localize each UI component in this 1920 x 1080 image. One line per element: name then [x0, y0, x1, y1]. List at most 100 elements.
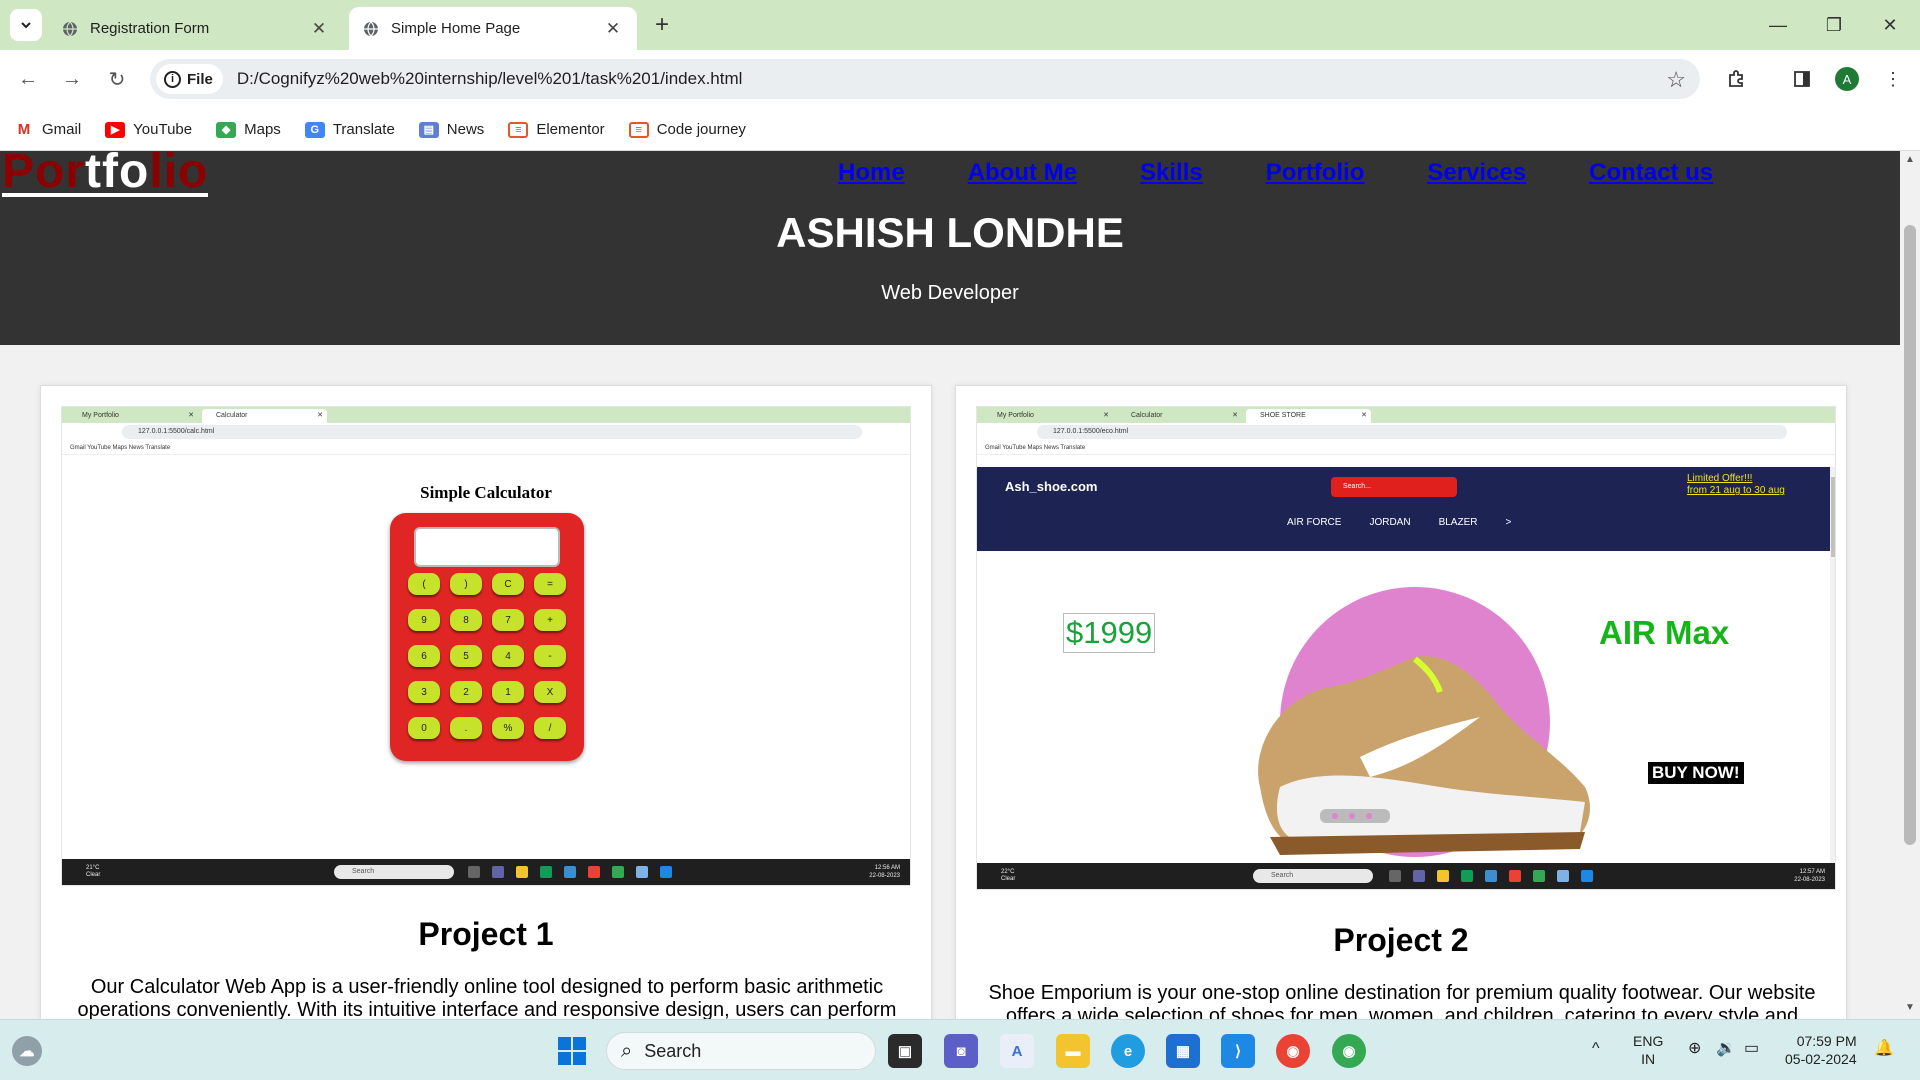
bookmark-maps[interactable]: ◆ Maps [216, 121, 281, 138]
calculator-key: 8 [450, 609, 482, 631]
bookmark-youtube[interactable]: ▶ YouTube [105, 121, 192, 138]
taskbar-search[interactable]: ⌕ Search [606, 1032, 876, 1070]
tab-simple-home-page[interactable]: Simple Home Page ✕ [349, 7, 637, 50]
info-icon: i [164, 70, 181, 88]
mini-tab: Calculator ✕ [1131, 412, 1238, 419]
project-2-description: Shoe Emporium is your one-stop online de… [988, 982, 1816, 1019]
tab-strip: Registration Form ✕ Simple Home Page ✕ +… [0, 0, 1920, 50]
edge-icon[interactable]: e [1111, 1034, 1145, 1068]
forward-button[interactable]: → [56, 63, 88, 95]
tab-registration-form[interactable]: Registration Form ✕ [48, 7, 343, 50]
tab-search-button[interactable] [10, 9, 42, 41]
calculator-body: () C = 9 8 7 +6 5 4- 3 2 1 X 0.% / [390, 513, 584, 761]
mini-tab: SHOE STORE ✕ [1246, 409, 1371, 423]
nav-contact-link[interactable]: Contact us [1589, 159, 1713, 187]
language-indicator[interactable]: ENG IN [1633, 1032, 1663, 1068]
start-button[interactable] [555, 1034, 589, 1068]
nav-services-link[interactable]: Services [1427, 159, 1526, 187]
calculator-key: . [450, 717, 482, 739]
site-chip-label: File [187, 70, 213, 88]
shoe-store-search: Search... [1331, 477, 1457, 497]
back-button[interactable]: ← [12, 63, 44, 95]
calculator-key: 2 [450, 681, 482, 703]
restore-button[interactable]: ❐ [1806, 0, 1862, 50]
minimize-button[interactable]: — [1750, 0, 1806, 50]
bookmark-news[interactable]: ▤ News [418, 121, 484, 138]
calculator-key: 4 [492, 645, 524, 667]
product-name: AIR Max [1599, 614, 1730, 651]
calculator-key: + [534, 609, 566, 631]
close-icon[interactable]: ✕ [603, 19, 623, 39]
site-info-chip[interactable]: i File [156, 64, 223, 94]
calculator-key: 6 [408, 645, 440, 667]
close-icon[interactable]: ✕ [309, 19, 329, 39]
new-tab-button[interactable]: + [648, 11, 676, 39]
browser-toolbar: ← → ↻ i File D:/Cognifyz%20web%20interns… [0, 50, 1920, 109]
tab-title: Simple Home Page [391, 20, 521, 37]
side-panel-icon[interactable] [1786, 63, 1818, 95]
nav-portfolio-link[interactable]: Portfolio [1266, 159, 1365, 187]
elementor-icon: ≡ [628, 121, 649, 138]
nav-skills-link[interactable]: Skills [1140, 159, 1203, 187]
teams-icon[interactable]: ◙ [944, 1034, 978, 1068]
calculator-display [414, 527, 560, 567]
close-window-button[interactable]: ✕ [1862, 0, 1918, 50]
extensions-icon[interactable] [1720, 63, 1752, 95]
more-menu-icon[interactable]: ⋮ [1877, 63, 1909, 95]
volume-icon[interactable]: 🔉 [1716, 1040, 1736, 1058]
site-owner-name: ASHISH LONDHE [776, 209, 1124, 256]
chrome-profile-icon[interactable]: ◉ [1332, 1034, 1366, 1068]
calculator-key: % [492, 717, 524, 739]
bookmark-translate[interactable]: G Translate [304, 121, 395, 138]
bookmark-elementor[interactable]: ≡ Elementor [508, 121, 605, 138]
clock[interactable]: 07:59 PM 05-02-2024 [1785, 1032, 1857, 1068]
page-viewport: Portfolio Home About Me Skills Portfolio… [0, 151, 1900, 1019]
calculator-key: 0 [408, 717, 440, 739]
chrome-icon[interactable]: ◉ [1276, 1034, 1310, 1068]
calculator-key: / [534, 717, 566, 739]
reload-button[interactable]: ↻ [101, 63, 133, 95]
weather-icon[interactable]: ☁ [12, 1036, 42, 1066]
vscode-icon[interactable]: ⟩ [1221, 1034, 1255, 1068]
scroll-up-arrow[interactable]: ▲ [1903, 154, 1917, 168]
file-explorer-icon[interactable]: ▬ [1056, 1034, 1090, 1068]
project-1-description: Our Calculator Web App is a user-friendl… [77, 976, 897, 1019]
calculator-key: = [534, 573, 566, 595]
bookmark-code-journey[interactable]: ≡ Code journey [628, 121, 746, 138]
calculator-key: 1 [492, 681, 524, 703]
task-view-icon[interactable]: ▣ [888, 1034, 922, 1068]
scroll-down-arrow[interactable]: ▼ [1903, 1002, 1917, 1016]
site-header: Portfolio Home About Me Skills Portfolio… [0, 151, 1900, 345]
nav-about-link[interactable]: About Me [968, 159, 1077, 187]
profile-avatar[interactable]: A [1835, 67, 1859, 91]
calculator-key: 7 [492, 609, 524, 631]
calculator-key: ) [450, 573, 482, 595]
maps-icon: ◆ [216, 121, 237, 138]
youtube-icon: ▶ [105, 121, 126, 138]
tab-title: Registration Form [90, 20, 210, 37]
page-scrollbar-thumb[interactable] [1904, 225, 1916, 845]
calculator-key: X [534, 681, 566, 703]
windows-logo-icon [558, 1037, 586, 1065]
calculator-key: 5 [450, 645, 482, 667]
calculator-keys: () C = 9 8 7 +6 5 4- 3 2 1 X 0.% / [408, 573, 568, 739]
mini-tab: My Portfolio ✕ [997, 412, 1109, 419]
battery-icon[interactable]: ▭ [1744, 1040, 1759, 1058]
bookmark-gmail[interactable]: M Gmail [14, 121, 81, 138]
site-logo[interactable]: Portfolio [2, 151, 209, 197]
calculator-key: ( [408, 573, 440, 595]
search-icon: ⌕ [621, 1039, 633, 1062]
elementor-icon: ≡ [508, 121, 529, 138]
copilot-icon[interactable]: A [1000, 1034, 1034, 1068]
tray-overflow-icon[interactable]: ^ [1592, 1040, 1600, 1058]
network-icon[interactable]: ⊕ [1688, 1040, 1701, 1058]
mini-tab: Calculator ✕ [202, 409, 327, 423]
address-bar[interactable]: i File D:/Cognifyz%20web%20internship/le… [150, 59, 1700, 99]
store-icon[interactable]: ▦ [1166, 1034, 1200, 1068]
nav-home-link[interactable]: Home [838, 159, 905, 187]
notification-bell-icon[interactable]: 🔔 [1874, 1040, 1894, 1058]
bookmark-star-icon[interactable]: ☆ [1666, 67, 1686, 93]
url-text[interactable]: D:/Cognifyz%20web%20internship/level%201… [237, 69, 743, 89]
calculator-key: 9 [408, 609, 440, 631]
top-nav: Home About Me Skills Portfolio Services … [838, 159, 1776, 187]
